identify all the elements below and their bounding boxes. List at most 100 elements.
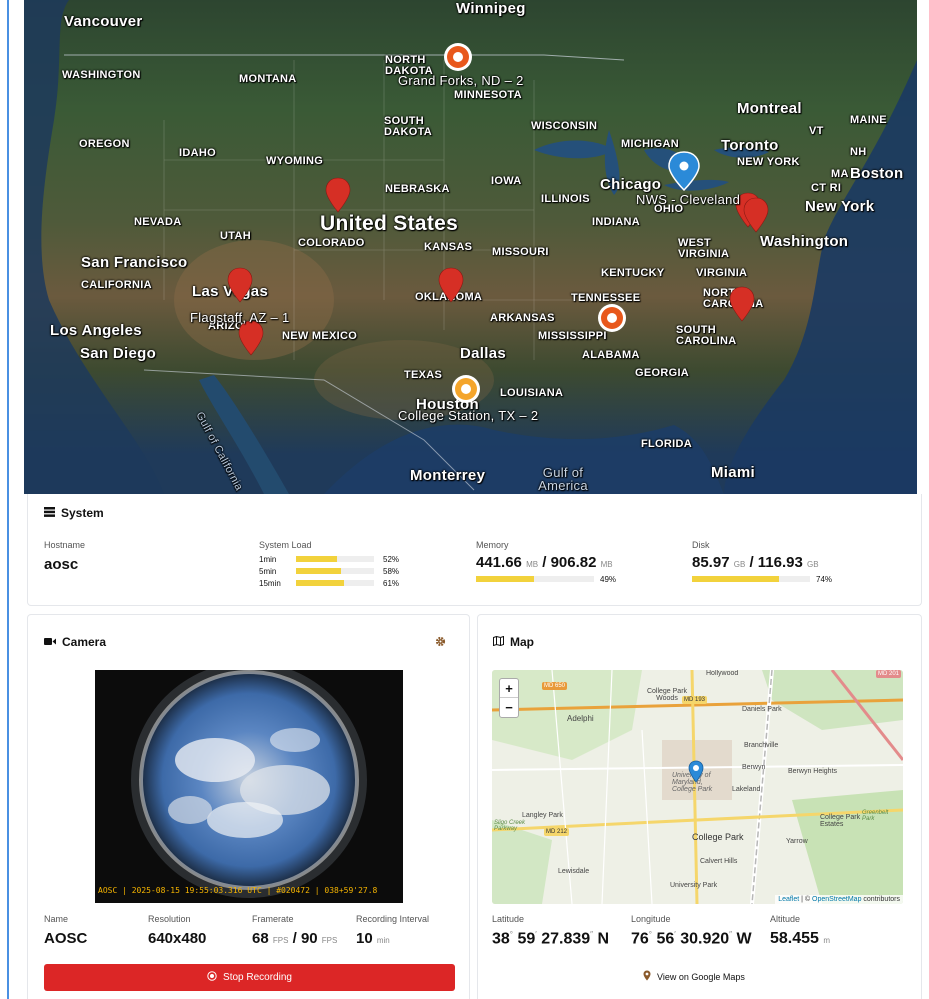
state-label: MISSISSIPPI bbox=[538, 330, 607, 342]
camera-name-label: Name bbox=[44, 914, 69, 924]
state-label: TENNESSEE bbox=[571, 292, 641, 304]
resolution-value: 640x480 bbox=[148, 930, 207, 947]
stations-map[interactable]: WASHINGTON MONTANA NORTH DAKOTA MINNESOT… bbox=[24, 0, 917, 494]
state-label: WISCONSIN bbox=[531, 120, 598, 132]
longitude-label: Longitude bbox=[631, 914, 671, 924]
load-15min-pct: 61% bbox=[383, 579, 400, 588]
load-15min-bar bbox=[296, 580, 374, 586]
google-maps-link[interactable]: View on Google Maps bbox=[643, 970, 745, 983]
stop-recording-label: Stop Recording bbox=[223, 972, 292, 983]
state-label: OKLAHOMA bbox=[415, 291, 483, 303]
place-label: Yarrow bbox=[786, 838, 808, 845]
map-header: Map bbox=[493, 635, 534, 649]
station-label: Flagstaff, AZ – 1 bbox=[190, 310, 290, 325]
place-label: Langley Park bbox=[522, 812, 563, 819]
map-title: Map bbox=[510, 635, 534, 649]
place-label: Greenbelt Park bbox=[862, 810, 889, 822]
state-label: WEST VIRGINIA bbox=[678, 237, 730, 260]
state-label: CT RI bbox=[811, 182, 842, 194]
load-1min-label: 1min bbox=[259, 555, 277, 564]
place-label: Lakeland bbox=[732, 786, 761, 793]
state-label: COLORADO bbox=[298, 237, 365, 249]
server-icon bbox=[44, 506, 55, 520]
road-shield: MD 193 bbox=[682, 696, 708, 704]
system-header: System bbox=[44, 506, 104, 520]
state-label: NEVADA bbox=[134, 216, 182, 228]
load-1min-bar bbox=[296, 556, 374, 562]
zoom-in-button[interactable]: + bbox=[500, 679, 518, 698]
city-label: Washington bbox=[760, 233, 849, 250]
longitude-value: 76° 56′ 30.920″ W bbox=[631, 930, 752, 948]
city-label: Dallas bbox=[460, 345, 506, 362]
state-label: NORTH CAROLINA bbox=[703, 287, 764, 310]
location-pin-icon[interactable] bbox=[688, 760, 704, 789]
system-title: System bbox=[61, 506, 104, 520]
latitude-label: Latitude bbox=[492, 914, 525, 924]
interval-label: Recording Interval bbox=[356, 914, 430, 924]
camera-name-value: AOSC bbox=[44, 930, 88, 947]
state-label: ILLINOIS bbox=[541, 193, 590, 205]
city-label: Vancouver bbox=[64, 13, 143, 30]
city-label: Chicago bbox=[600, 176, 662, 193]
zoom-out-button[interactable]: − bbox=[500, 698, 518, 717]
place-label: Berwyn Heights bbox=[788, 768, 838, 775]
map-icon bbox=[493, 635, 504, 649]
disk-pct: 74% bbox=[816, 575, 833, 584]
place-label: Calvert Hills bbox=[700, 858, 738, 865]
place-label: University Park bbox=[670, 882, 718, 889]
state-label: MA bbox=[831, 168, 849, 180]
place-label: Adelphi bbox=[567, 714, 594, 723]
interval-value: 10 min bbox=[356, 930, 390, 947]
state-label: NEW MEXICO bbox=[282, 330, 358, 342]
state-label: GEORGIA bbox=[635, 367, 690, 379]
city-label: Monterrey bbox=[410, 467, 486, 484]
disk-label: Disk bbox=[692, 540, 710, 550]
state-label: KENTUCKY bbox=[601, 267, 665, 279]
google-maps-label: View on Google Maps bbox=[657, 971, 745, 982]
city-label: Los Angeles bbox=[50, 322, 142, 339]
memory-bar bbox=[476, 576, 594, 582]
gear-icon[interactable] bbox=[435, 634, 446, 652]
state-label: LOUISIANA bbox=[500, 387, 564, 399]
place-label: Sligo Creek Parkway bbox=[494, 820, 526, 832]
load-5min-pct: 58% bbox=[383, 567, 400, 576]
place-label: Hollywood bbox=[706, 670, 739, 677]
zoom-control: + − bbox=[499, 678, 519, 718]
load-15min-label: 15min bbox=[259, 579, 281, 588]
framerate-value: 68 FPS / 90 FPS bbox=[252, 930, 338, 947]
leaflet-link[interactable]: Leaflet bbox=[778, 896, 799, 903]
place-label: Daniels Park bbox=[742, 706, 782, 713]
altitude-label: Altitude bbox=[770, 914, 801, 924]
stop-recording-button[interactable]: Stop Recording bbox=[44, 964, 455, 991]
video-camera-icon bbox=[44, 635, 56, 649]
place-label: College Park bbox=[692, 832, 744, 842]
memory-label: Memory bbox=[476, 540, 509, 550]
left-frame-border bbox=[7, 0, 9, 999]
osm-link[interactable]: OpenStreetMap bbox=[812, 896, 861, 903]
latitude-value: 38° 59′ 27.839″ N bbox=[492, 930, 609, 948]
state-label: NEW YORK bbox=[737, 156, 800, 168]
location-map[interactable]: Hollywood College Park Woods Daniels Par… bbox=[492, 670, 903, 904]
state-label: TEXAS bbox=[404, 369, 443, 381]
state-label: WYOMING bbox=[266, 155, 324, 167]
state-label: NH bbox=[850, 146, 867, 158]
camera-overlay-text: AOSC | 2025-08-15 19:55:03.316 UTC | #02… bbox=[98, 886, 378, 895]
state-label: VT bbox=[809, 125, 824, 137]
station-label: Grand Forks, ND – 2 bbox=[398, 73, 524, 88]
place-label: Lewisdale bbox=[558, 868, 590, 875]
station-label: NWS - Cleveland bbox=[636, 192, 741, 207]
state-label: UTAH bbox=[220, 230, 251, 242]
state-label: MAINE bbox=[850, 114, 887, 126]
state-label: ALABAMA bbox=[582, 349, 640, 361]
memory-value: 441.66 MB / 906.82 MB bbox=[476, 554, 613, 571]
camera-title: Camera bbox=[62, 635, 107, 649]
state-label: WASHINGTON bbox=[62, 69, 141, 81]
state-label: MISSOURI bbox=[492, 246, 549, 258]
city-label: Las Vegas bbox=[192, 283, 269, 300]
system-load-label: System Load bbox=[259, 540, 312, 550]
city-label: Winnipeg bbox=[456, 0, 526, 17]
hostname-label: Hostname bbox=[44, 540, 86, 550]
city-label: New York bbox=[805, 198, 875, 215]
stop-circle-icon bbox=[207, 971, 217, 984]
city-label: Miami bbox=[711, 464, 756, 481]
